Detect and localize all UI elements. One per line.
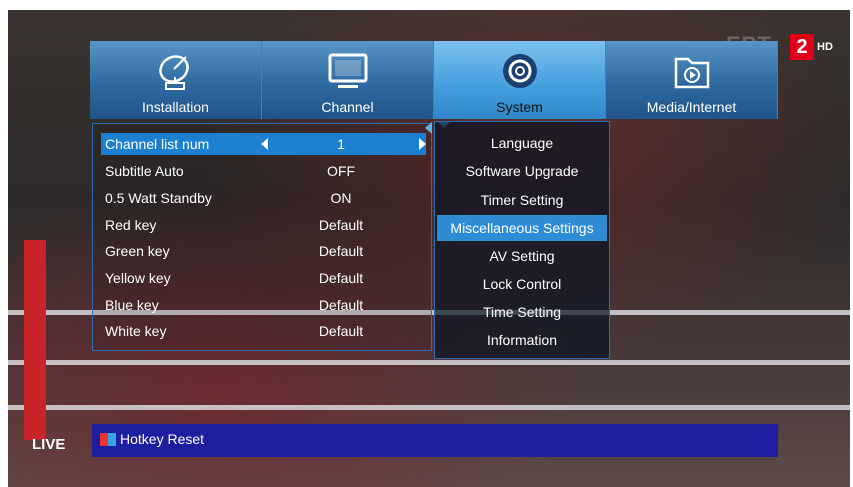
submenu-item-lock-control[interactable]: Lock Control [437, 271, 607, 297]
ring-corner-post [24, 240, 46, 440]
submenu-item-miscellaneous-settings[interactable]: Miscellaneous Settings [437, 215, 607, 241]
submenu-item-time-setting[interactable]: Time Setting [437, 299, 607, 325]
setting-row-red-key[interactable]: Red key Default [101, 214, 426, 236]
setting-row-yellow-key[interactable]: Yellow key Default [101, 267, 426, 289]
setting-row-green-key[interactable]: Green key Default [101, 240, 426, 262]
submenu-item-software-upgrade[interactable]: Software Upgrade [437, 158, 607, 184]
submenu-item-language[interactable]: Language [437, 130, 607, 156]
tab-channel[interactable]: Channel [262, 41, 434, 119]
focus-pointer-icon [425, 122, 432, 134]
setting-row-standby[interactable]: 0.5 Watt Standby ON [101, 187, 426, 209]
setting-value: Default [318, 217, 364, 233]
tab-system[interactable]: System [434, 41, 606, 119]
setting-name: 0.5 Watt Standby [105, 190, 212, 206]
tab-label: Installation [142, 99, 209, 115]
setting-row-channel-list-num[interactable]: Channel list num 1 [101, 133, 426, 155]
arrow-right-icon[interactable] [419, 138, 426, 150]
satellite-dish-icon [158, 55, 189, 90]
menu-tabs: Installation Channel System Media/Intern… [90, 41, 778, 119]
hd-badge: HD [817, 41, 833, 53]
setting-value: OFF [327, 163, 355, 179]
setting-row-white-key[interactable]: White key Default [101, 320, 426, 342]
setting-value: Default [318, 243, 364, 259]
arrow-left-icon[interactable] [261, 138, 268, 150]
submenu-item-av-setting[interactable]: AV Setting [437, 243, 607, 269]
tv-monitor-icon [328, 53, 367, 88]
setting-value: Default [318, 270, 364, 286]
setting-name: Channel list num [105, 136, 210, 152]
setting-name: Green key [105, 243, 170, 259]
setting-name: Yellow key [105, 270, 171, 286]
setting-row-subtitle-auto[interactable]: Subtitle Auto OFF [101, 160, 426, 182]
tab-label: Media/Internet [646, 99, 737, 115]
submenu-item-timer-setting[interactable]: Timer Setting [437, 187, 607, 213]
setting-name: Red key [105, 217, 157, 233]
setting-name: White key [105, 323, 167, 339]
tab-media-internet[interactable]: Media/Internet [606, 41, 778, 119]
media-folder-icon [674, 57, 709, 89]
setting-value: Default [318, 323, 364, 339]
channel-number-badge: 2 [790, 34, 814, 60]
setting-value: Default [318, 297, 364, 313]
gear-icon [502, 54, 537, 88]
setting-name: Blue key [105, 297, 159, 313]
live-label: LIVE [32, 436, 66, 453]
system-submenu: Language Software Upgrade Timer Setting … [434, 121, 610, 359]
ring-rope [8, 360, 850, 365]
hotkey-reset-label[interactable]: Hotkey Reset [120, 431, 204, 447]
setting-name: Subtitle Auto [105, 163, 184, 179]
tab-installation[interactable]: Installation [90, 41, 262, 119]
setting-row-blue-key[interactable]: Blue key Default [101, 294, 426, 316]
settings-panel: Channel list num 1 Subtitle Auto OFF 0.5… [92, 123, 432, 351]
help-bar: Hotkey Reset [92, 424, 778, 457]
setting-value: ON [330, 190, 352, 206]
hotkey-icon [100, 433, 116, 446]
submenu-item-information[interactable]: Information [437, 327, 607, 353]
main-menu: Installation Channel System Media/Intern… [90, 41, 778, 119]
setting-value: 1 [337, 136, 345, 152]
tab-label: Channel [321, 99, 374, 115]
tab-label: System [496, 99, 543, 115]
ring-rope [8, 405, 850, 410]
